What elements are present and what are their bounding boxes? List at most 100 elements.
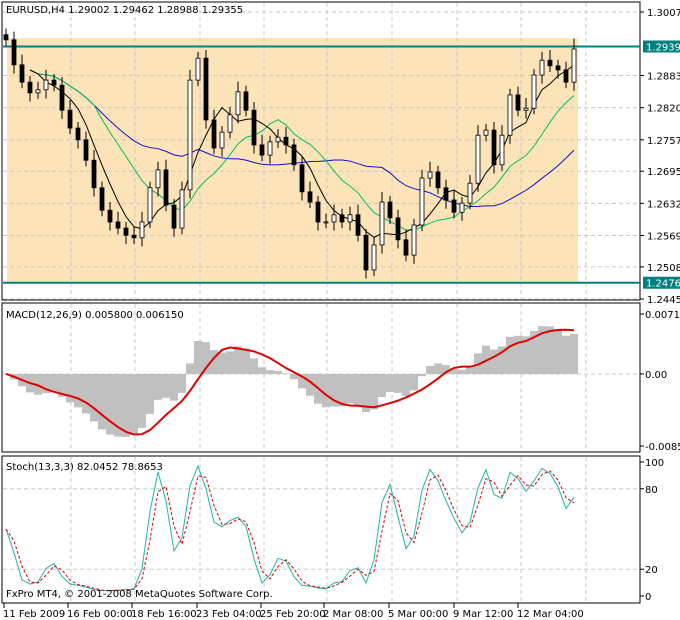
- macd-bar: [106, 373, 114, 435]
- time-axis: 11 Feb 2009 16 Feb 00:0018 Feb 16:00 23 Fe…: [3, 603, 584, 620]
- macd-bar: [226, 351, 234, 374]
- macd-bar: [338, 373, 346, 407]
- stoch-panel-frame: [1, 455, 641, 604]
- macd-bar: [490, 349, 498, 374]
- macd-bar: [554, 329, 562, 374]
- macd-bar: [130, 373, 138, 435]
- candle-body: [323, 221, 329, 224]
- macd-bar: [194, 340, 202, 374]
- candle-body: [235, 91, 241, 116]
- candle-body: [115, 221, 121, 229]
- macd-bar: [546, 326, 554, 374]
- candle-body: [387, 201, 393, 219]
- price-axis: 1.30075 1.28830 1.28200 1.27570 1.26955 1.263…: [640, 8, 680, 306]
- macd-bar: [562, 335, 570, 374]
- macd-bar: [274, 371, 282, 374]
- macd-bar: [418, 373, 426, 377]
- trading-chart[interactable]: EURUSD,H4 1.29002 1.29462 1.28988 1.2935…: [0, 0, 680, 620]
- candle-body: [531, 74, 537, 109]
- macd-bar: [426, 365, 434, 374]
- price-tick-label: 1.30075: [647, 8, 680, 19]
- candle-body: [507, 94, 513, 136]
- candle-body: [395, 217, 401, 241]
- candle-body: [195, 57, 201, 81]
- macd-bar: [322, 373, 330, 408]
- candle-body: [355, 214, 361, 236]
- macd-bar: [90, 373, 98, 422]
- macd-bar: [386, 373, 394, 392]
- candle-body: [139, 221, 145, 239]
- macd-bar: [394, 373, 402, 393]
- stoch-tick-label: 20: [645, 565, 658, 576]
- candle-body: [403, 239, 409, 256]
- price-tick-label: 1.26325: [647, 199, 680, 210]
- time-tick-label: 12 Mar 04:00: [517, 609, 584, 620]
- price-tick-label: 1.25695: [647, 231, 680, 242]
- candle-body: [547, 59, 553, 67]
- macd-bar: [178, 373, 186, 393]
- candle-body: [19, 64, 25, 83]
- macd-bar: [122, 373, 130, 437]
- macd-tick-label: 0.00: [645, 370, 667, 381]
- time-tick-label: 11 Feb 2009: [3, 609, 65, 620]
- candle-body: [411, 224, 417, 256]
- macd-bar: [434, 363, 442, 374]
- candle-body: [123, 227, 129, 236]
- candle-body: [363, 234, 369, 271]
- candle-body: [227, 114, 233, 133]
- time-tick-label: 9 Mar 12:00: [453, 609, 513, 620]
- candle-body: [219, 131, 225, 149]
- candle-body: [11, 39, 17, 66]
- candle-body: [259, 144, 265, 156]
- macd-bar: [242, 348, 250, 374]
- candle-body: [3, 34, 9, 41]
- stoch-panel[interactable]: Stoch(13,3,3) 82.0452 78.8653 FxPro MT4,…: [1, 455, 641, 604]
- candle-body: [131, 234, 137, 239]
- price-panel[interactable]: EURUSD,H4 1.29002 1.29462 1.28988 1.2935…: [1, 1, 641, 301]
- candle-body: [483, 129, 489, 136]
- candle-body: [83, 139, 89, 161]
- macd-panel[interactable]: MACD(12,26,9) 0.005800 0.006150: [1, 302, 641, 453]
- candle-body: [283, 136, 289, 146]
- candle-body: [67, 109, 73, 129]
- price-tick-label: 1.27570: [647, 136, 680, 147]
- macd-bar: [138, 373, 146, 428]
- watermark: FxPro MT4, © 2001-2008 MetaQuotes Softwa…: [6, 589, 273, 600]
- candle-body: [51, 79, 57, 86]
- macd-axis: 0.00715 0.00 -0.00859: [640, 310, 680, 453]
- macd-bar: [266, 370, 274, 374]
- time-tick-label: 23 Feb 04:00: [196, 609, 262, 620]
- candle-body: [555, 65, 561, 71]
- candle-body: [35, 89, 41, 94]
- candle-body: [459, 202, 465, 213]
- candle-body: [99, 187, 105, 211]
- stoch-tick-label: 100: [645, 458, 664, 469]
- time-tick-label: 18 Feb 16:00: [131, 609, 197, 620]
- macd-bar: [346, 373, 354, 404]
- macd-bar: [146, 373, 154, 414]
- candle-body: [211, 119, 217, 149]
- stoch-tick-label: 0: [645, 592, 651, 603]
- time-tick-label: 16 Feb 00:00: [67, 609, 133, 620]
- macd-bar: [186, 363, 194, 374]
- price-marker-label: 1.24769: [646, 279, 680, 290]
- candle-body: [155, 169, 161, 189]
- candle-body: [515, 94, 521, 111]
- stoch-tick-label: 80: [645, 485, 658, 496]
- candle-body: [443, 187, 449, 201]
- candle-body: [27, 81, 33, 94]
- candle-body: [435, 171, 441, 189]
- candle-body: [275, 136, 281, 143]
- price-marker-label: 1.29399: [646, 42, 680, 53]
- candle-body: [451, 199, 457, 213]
- price-tick-label: 1.25080: [647, 263, 680, 274]
- price-tick-label: 1.26955: [647, 167, 680, 178]
- candle-body: [251, 109, 257, 146]
- macd-tick-label: -0.00859: [645, 442, 680, 453]
- candle-body: [171, 204, 177, 229]
- macd-tick-label: 0.00715: [645, 310, 680, 321]
- candle-body: [291, 144, 297, 166]
- candle-body: [243, 91, 249, 111]
- candle-body: [299, 164, 305, 193]
- macd-bar: [170, 373, 178, 401]
